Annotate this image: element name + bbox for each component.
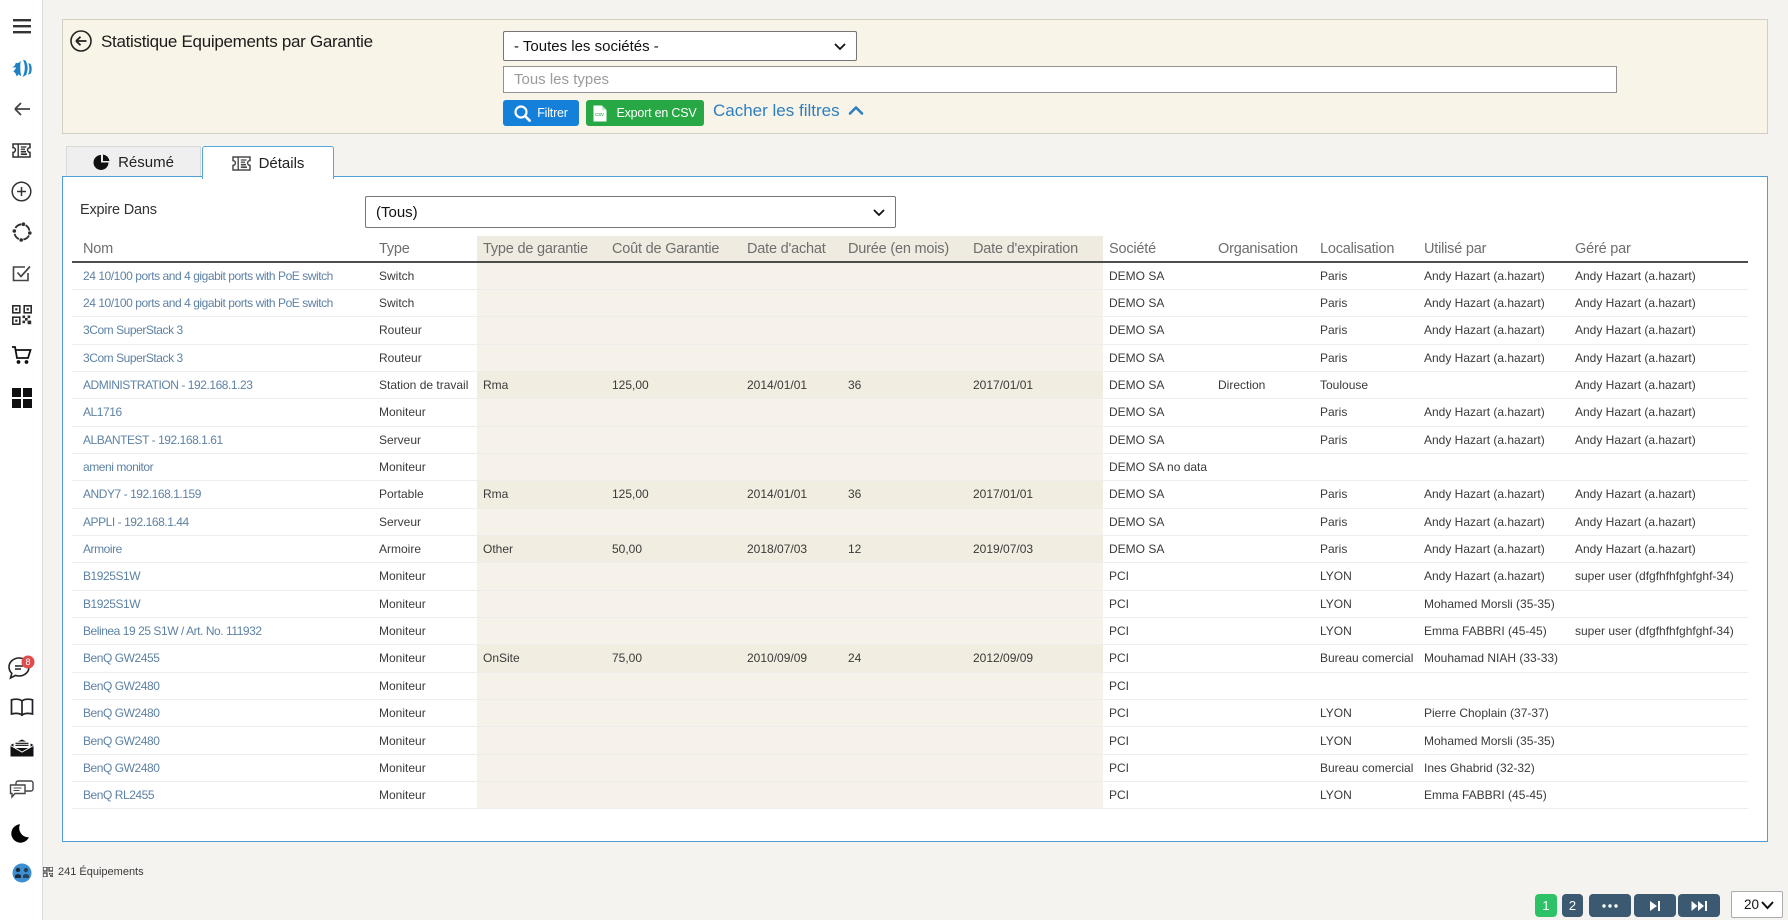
- svg-text:8: 8: [25, 657, 30, 667]
- svg-text:CSV: CSV: [595, 112, 605, 117]
